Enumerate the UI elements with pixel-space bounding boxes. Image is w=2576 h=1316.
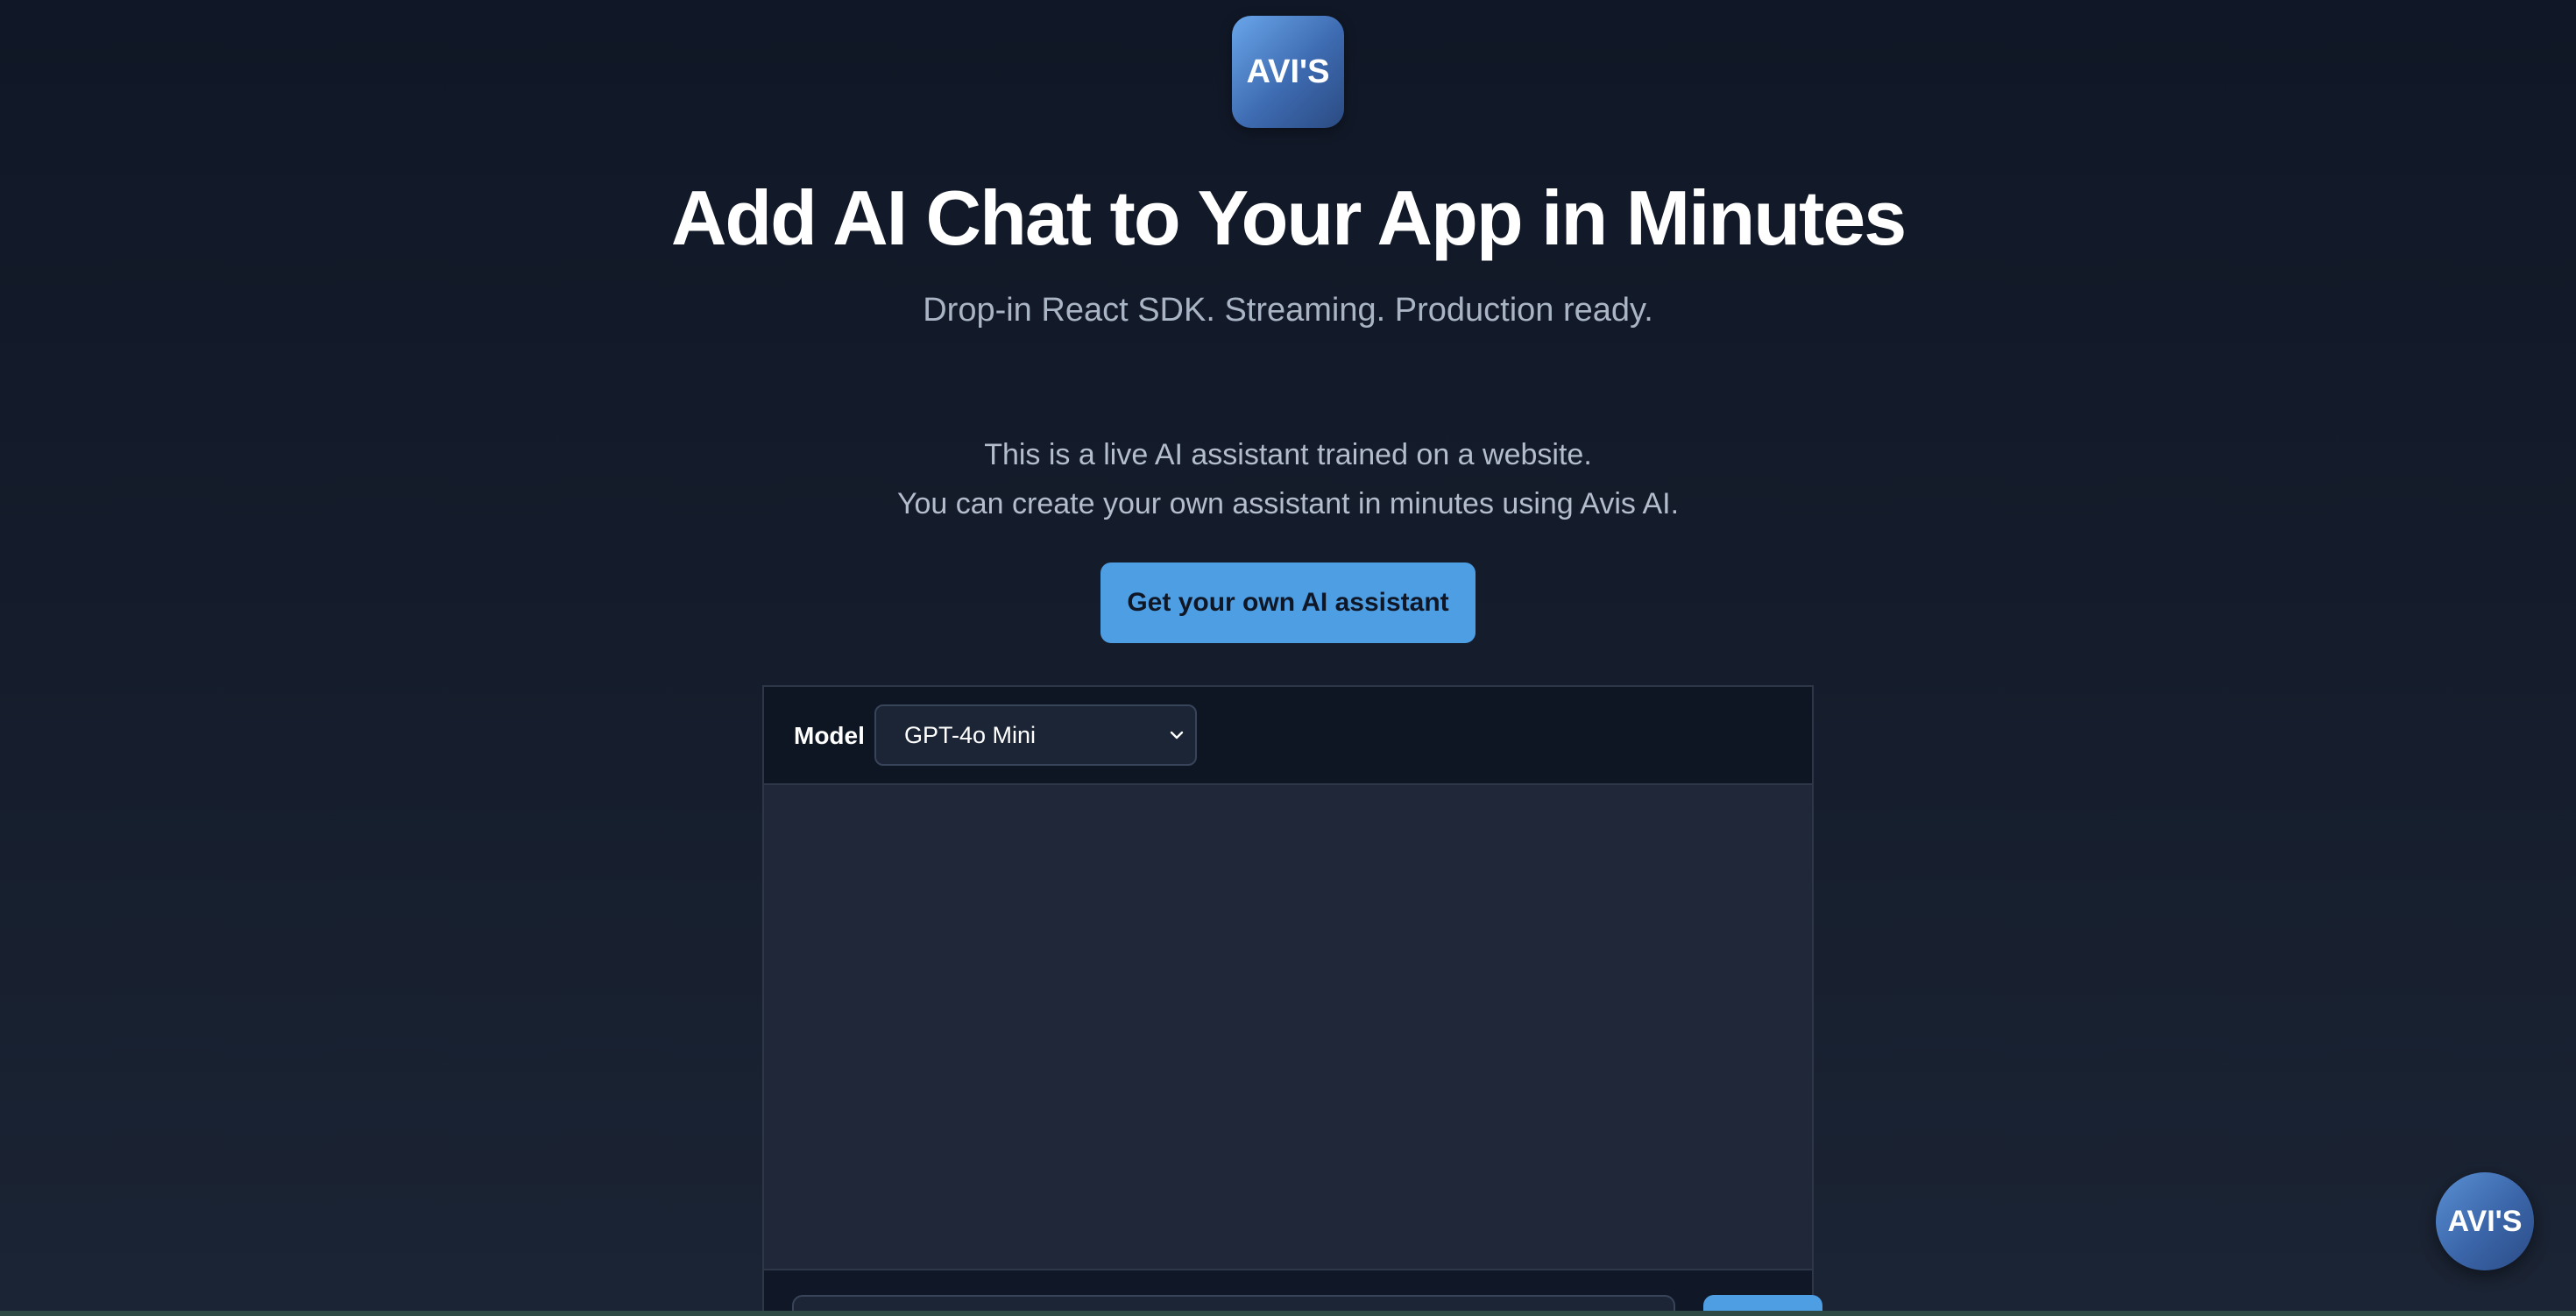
- intro-text-line-2: You can create your own assistant in min…: [896, 487, 1680, 520]
- brand-logo: AVI'S: [1232, 16, 1344, 128]
- chevron-down-icon: [1170, 731, 1184, 739]
- hero-subtitle: Drop-in React SDK. Streaming. Production…: [923, 292, 1653, 329]
- model-label: Model: [794, 722, 865, 749]
- window-bottom-edge: [0, 1311, 2576, 1316]
- get-assistant-button[interactable]: Get your own AI assistant: [1100, 562, 1476, 643]
- chat-header: Model GPT-4o Mini: [764, 687, 1812, 785]
- model-select[interactable]: GPT-4o Mini: [874, 704, 1197, 766]
- hero-title: Add AI Chat to Your App in Minutes: [670, 174, 1907, 261]
- chat-footer: [764, 1269, 1822, 1316]
- chat-launcher-label: AVI'S: [2447, 1204, 2523, 1238]
- model-select-value: GPT-4o Mini: [904, 721, 1037, 748]
- brand-logo-text: AVI'S: [1246, 53, 1330, 90]
- intro-text-line-1: This is a live AI assistant trained on a…: [984, 438, 1592, 471]
- chat-messages-area[interactable]: [764, 785, 1812, 1269]
- chat-launcher-button[interactable]: AVI'S: [2436, 1172, 2534, 1270]
- chat-widget: Model GPT-4o Mini: [762, 685, 1822, 1316]
- landing-page: AVI'S Add AI Chat to Your App in Minutes…: [0, 0, 2576, 1316]
